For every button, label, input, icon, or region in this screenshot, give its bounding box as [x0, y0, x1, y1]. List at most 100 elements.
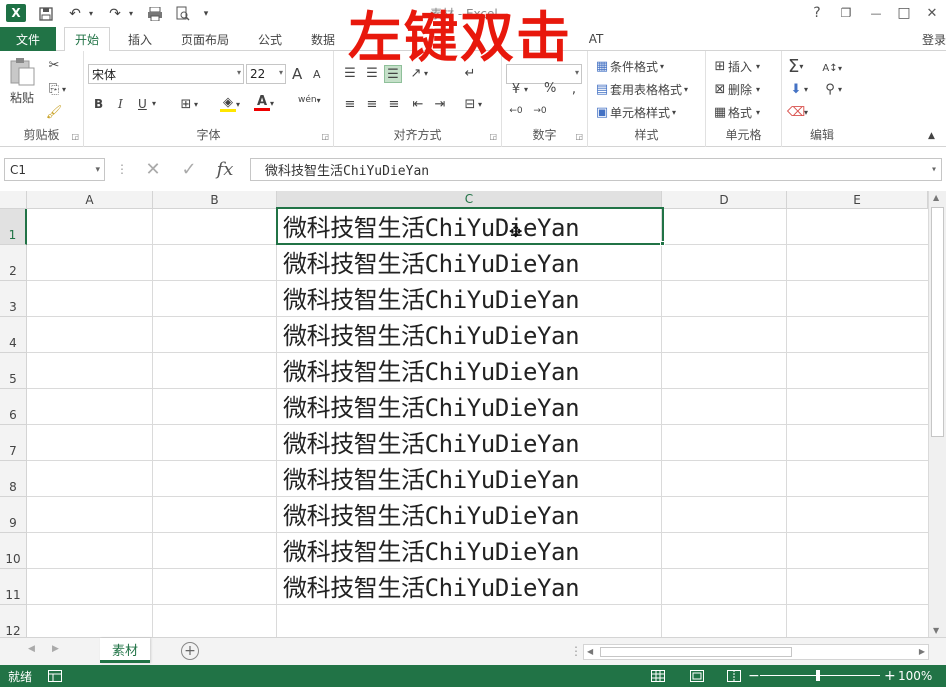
- column-header-e[interactable]: E: [787, 191, 928, 209]
- row-header-6[interactable]: 6: [0, 389, 27, 425]
- zoom-out-button[interactable]: −: [748, 665, 760, 687]
- font-size-select[interactable]: 22 ▾: [246, 64, 286, 84]
- fill-handle[interactable]: [660, 241, 665, 246]
- scroll-right-icon[interactable]: ▶: [919, 647, 925, 656]
- phonetic-button[interactable]: wén ▾: [298, 95, 321, 105]
- vertical-scrollbar[interactable]: ▲ ▼: [928, 191, 946, 637]
- delete-cells-button[interactable]: ⊠ 删除 ▾: [712, 81, 760, 98]
- prev-sheet-icon[interactable]: ◀: [28, 644, 35, 654]
- cell-c6[interactable]: 微科技智生活ChiYuDieYan: [283, 393, 580, 423]
- row-header-9[interactable]: 9: [0, 497, 27, 533]
- redo-icon[interactable]: ↷: [104, 4, 126, 23]
- enter-icon[interactable]: ✓: [171, 159, 207, 180]
- align-right-button[interactable]: ≡: [386, 96, 402, 112]
- increase-indent-button[interactable]: ⇥: [432, 96, 448, 112]
- print-preview-icon[interactable]: [172, 4, 194, 23]
- decrease-decimal-button[interactable]: →0: [532, 103, 548, 119]
- zoom-slider-thumb[interactable]: [816, 670, 820, 681]
- shrink-font-button[interactable]: A: [313, 68, 321, 81]
- clipboard-launcher-icon[interactable]: ◲: [71, 132, 79, 141]
- format-as-table-button[interactable]: ▤ 套用表格格式 ▾: [594, 81, 688, 98]
- row-header-4[interactable]: 4: [0, 317, 27, 353]
- tab-page-layout[interactable]: 页面布局: [172, 27, 238, 51]
- row-header-10[interactable]: 10: [0, 533, 27, 569]
- cell-c3[interactable]: 微科技智生活ChiYuDieYan: [283, 285, 580, 315]
- row-header-8[interactable]: 8: [0, 461, 27, 497]
- paste-button[interactable]: 粘贴: [8, 57, 36, 106]
- horizontal-scrollbar[interactable]: ◀ ▶: [583, 644, 929, 660]
- font-color-button[interactable]: A ▾: [254, 94, 274, 111]
- percent-button[interactable]: %: [544, 81, 556, 96]
- ribbon-display-button[interactable]: ❐: [832, 3, 860, 23]
- macro-record-icon[interactable]: [48, 665, 62, 687]
- tab-home[interactable]: 开始: [64, 27, 110, 52]
- comma-style-button[interactable]: ,: [566, 81, 582, 97]
- tab-at[interactable]: AT: [582, 27, 610, 51]
- next-sheet-icon[interactable]: ▶: [52, 644, 59, 654]
- expand-formula-bar-icon[interactable]: ▾: [931, 164, 937, 175]
- underline-button[interactable]: U: [138, 97, 147, 111]
- insert-function-button[interactable]: fx: [207, 159, 243, 180]
- scroll-up-icon[interactable]: ▲: [933, 193, 939, 202]
- underline-dropdown-icon[interactable]: ▾: [152, 99, 156, 108]
- italic-button[interactable]: I: [118, 97, 123, 111]
- row-header-5[interactable]: 5: [0, 353, 27, 389]
- insert-cells-button[interactable]: ⊞ 插入 ▾: [712, 58, 760, 75]
- cell-c7[interactable]: 微科技智生活ChiYuDieYan: [283, 429, 580, 459]
- bold-button[interactable]: B: [94, 97, 103, 111]
- decrease-indent-button[interactable]: ⇤: [410, 96, 426, 112]
- cancel-icon[interactable]: ✕: [135, 159, 171, 180]
- grow-font-button[interactable]: A: [292, 65, 302, 83]
- select-all-corner[interactable]: [0, 191, 27, 209]
- collapse-ribbon-icon[interactable]: ▲: [928, 131, 935, 141]
- cell-c11[interactable]: 微科技智生活ChiYuDieYan: [283, 573, 580, 603]
- close-button[interactable]: ✕: [918, 3, 946, 23]
- number-launcher-icon[interactable]: ◲: [575, 132, 583, 141]
- print-icon[interactable]: [144, 4, 166, 23]
- undo-dropdown-icon[interactable]: ▾: [86, 4, 96, 23]
- fill-button[interactable]: ⬇ ▾: [788, 81, 808, 97]
- page-break-view-icon[interactable]: [727, 665, 741, 687]
- cut-button[interactable]: ✂: [46, 57, 62, 73]
- scroll-left-icon[interactable]: ◀: [587, 647, 593, 656]
- zoom-level[interactable]: 100%: [898, 665, 932, 687]
- zoom-in-button[interactable]: +: [884, 665, 896, 687]
- save-icon[interactable]: [36, 4, 56, 23]
- cell-c4[interactable]: 微科技智生活ChiYuDieYan: [283, 321, 580, 351]
- vertical-scroll-thumb[interactable]: [931, 207, 944, 437]
- column-header-a[interactable]: A: [27, 191, 153, 209]
- format-painter-button[interactable]: 🖌: [46, 104, 63, 120]
- cell-c8[interactable]: 微科技智生活ChiYuDieYan: [283, 465, 580, 495]
- active-cell-c1[interactable]: [276, 207, 664, 245]
- merge-center-button[interactable]: ⊟ ▾: [462, 96, 482, 112]
- login-link[interactable]: 登录: [922, 27, 946, 51]
- row-header-1[interactable]: 1: [0, 209, 27, 245]
- undo-icon[interactable]: ↶: [64, 4, 86, 23]
- cell-c2[interactable]: 微科技智生活ChiYuDieYan: [283, 249, 580, 279]
- alignment-launcher-icon[interactable]: ◲: [489, 132, 497, 141]
- row-header-2[interactable]: 2: [0, 245, 27, 281]
- clear-button[interactable]: ⌫ ▾: [787, 104, 808, 120]
- copy-button[interactable]: ⎘ ▾: [46, 81, 66, 97]
- scroll-down-icon[interactable]: ▼: [933, 626, 939, 635]
- worksheet-grid[interactable]: A B C D E 1 2 3 4 5 6 7 8 9 10 11 12 微科技智生活ChiYuDie…: [0, 191, 928, 637]
- increase-decimal-button[interactable]: ←0: [508, 103, 524, 119]
- borders-button[interactable]: ⊞ ▾: [178, 96, 198, 112]
- find-select-button[interactable]: ⚲ ▾: [822, 81, 842, 97]
- tab-formulas[interactable]: 公式: [246, 27, 294, 51]
- tab-splitter-icon[interactable]: ⋮: [570, 644, 582, 658]
- page-layout-view-icon[interactable]: [690, 665, 704, 687]
- align-left-button[interactable]: ≡: [342, 96, 358, 112]
- row-header-3[interactable]: 3: [0, 281, 27, 317]
- tab-insert[interactable]: 插入: [116, 27, 164, 51]
- cell-c10[interactable]: 微科技智生活ChiYuDieYan: [283, 537, 580, 567]
- help-button[interactable]: ?: [803, 3, 831, 23]
- tab-file[interactable]: 文件: [0, 27, 56, 51]
- maximize-button[interactable]: □: [890, 3, 918, 23]
- new-sheet-button[interactable]: +: [181, 642, 199, 660]
- tab-data[interactable]: 数据: [302, 27, 344, 51]
- zoom-slider-track[interactable]: [760, 675, 880, 676]
- redo-dropdown-icon[interactable]: ▾: [126, 4, 136, 23]
- cell-c9[interactable]: 微科技智生活ChiYuDieYan: [283, 501, 580, 531]
- customize-toolbar-icon[interactable]: ▾: [200, 4, 212, 23]
